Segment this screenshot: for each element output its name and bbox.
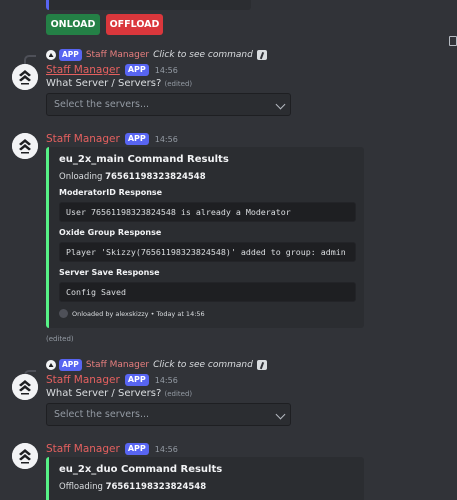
status-id: 76561198323824548 xyxy=(105,482,207,492)
field-name: Oxide Group Response xyxy=(59,228,162,237)
message-body: What Server / Servers? xyxy=(46,78,162,89)
bot-avatar-icon xyxy=(12,374,38,400)
chevron-down-icon xyxy=(275,99,286,110)
reply-command-link[interactable]: Click to see command xyxy=(153,360,253,370)
message-text: What Server / Servers? (edited) xyxy=(46,388,192,399)
timestamp[interactable]: 14:56 xyxy=(155,376,178,385)
bot-avatar[interactable] xyxy=(12,133,38,159)
embed-status: Onloading 76561198323824548 xyxy=(59,172,206,182)
message-header: Staff Manager APP 14:56 xyxy=(46,443,178,455)
username[interactable]: Staff Manager xyxy=(46,64,120,76)
reply-username[interactable]: Staff Manager xyxy=(86,50,149,60)
embed-title: eu_2x_duo Command Results xyxy=(59,464,223,475)
reply-command-link[interactable]: Click to see command xyxy=(153,50,253,60)
message-header: Staff Manager APP 14:56 xyxy=(46,64,178,76)
bot-avatar-icon xyxy=(12,133,38,159)
bot-avatar-icon xyxy=(12,64,38,90)
reply-reference[interactable]: APP Staff Manager Click to see command xyxy=(46,49,267,61)
timestamp[interactable]: 14:56 xyxy=(155,445,178,454)
server-select[interactable]: Select the servers... xyxy=(46,403,291,426)
slash-command-icon xyxy=(256,360,267,370)
command-results-embed: eu_2x_duo Command Results Offloading 765… xyxy=(46,457,364,500)
message-header: Staff Manager APP 14:56 xyxy=(46,374,178,386)
reply-avatar-icon xyxy=(46,360,56,370)
status-id: 76561198323824548 xyxy=(105,172,206,182)
slash-command-icon xyxy=(256,50,267,60)
offload-button[interactable]: OFFLOAD xyxy=(106,14,163,35)
reply-avatar-icon xyxy=(46,50,56,60)
edited-marker: (edited) xyxy=(164,80,193,88)
timestamp[interactable]: 14:56 xyxy=(155,66,178,75)
bookmark-icon[interactable] xyxy=(449,36,457,46)
command-results-embed: eu_2x_main Command Results Onloading 765… xyxy=(46,147,364,328)
footer-avatar-icon xyxy=(59,309,68,318)
app-tag: APP xyxy=(124,443,149,455)
field-code-block: User 76561198323824548 is already a Mode… xyxy=(59,202,356,222)
onload-button[interactable]: ONLOAD xyxy=(46,14,100,35)
username[interactable]: Staff Manager xyxy=(46,374,120,386)
message-body: What Server / Servers? xyxy=(46,388,162,399)
message-text: What Server / Servers? (edited) xyxy=(46,78,192,89)
bot-avatar[interactable] xyxy=(12,443,38,469)
app-tag: APP xyxy=(59,359,82,371)
embed-status: Offloading 76561198323824548 xyxy=(59,482,206,492)
select-placeholder: Select the servers... xyxy=(54,409,150,420)
footer-text: Onloaded by alexskizzy • Today at 14:56 xyxy=(72,309,205,318)
bot-avatar[interactable] xyxy=(12,374,38,400)
server-select[interactable]: Select the servers... xyxy=(46,93,291,116)
username[interactable]: Staff Manager xyxy=(46,133,120,145)
field-name: Server Save Response xyxy=(59,268,160,277)
embed-title: eu_2x_main Command Results xyxy=(59,154,229,165)
message-header: Staff Manager APP 14:56 xyxy=(46,133,178,145)
field-name: ModeratorID Response xyxy=(59,188,163,197)
reply-reference[interactable]: APP Staff Manager Click to see command xyxy=(46,359,267,371)
status-prefix: Onloading xyxy=(59,172,103,182)
reply-username[interactable]: Staff Manager xyxy=(86,360,149,370)
select-placeholder: Select the servers... xyxy=(54,99,150,110)
username[interactable]: Staff Manager xyxy=(46,443,120,455)
previous-embed xyxy=(46,0,251,10)
chevron-down-icon xyxy=(275,409,286,420)
app-tag: APP xyxy=(124,64,149,76)
field-code-block: Player 'Skizzy(76561198323824548)' added… xyxy=(59,242,356,262)
edited-marker: (edited) xyxy=(164,390,193,398)
app-tag: APP xyxy=(124,133,149,145)
edited-marker: (edited) xyxy=(46,335,74,343)
bot-avatar-icon xyxy=(12,443,38,469)
timestamp[interactable]: 14:56 xyxy=(155,135,178,144)
embed-footer: Onloaded by alexskizzy • Today at 14:56 xyxy=(59,309,205,318)
app-tag: APP xyxy=(124,374,149,386)
app-tag: APP xyxy=(59,49,82,61)
status-prefix: Offloading xyxy=(59,482,103,492)
field-code-block: Config Saved xyxy=(59,282,356,302)
reply-spine xyxy=(24,55,36,64)
bot-avatar[interactable] xyxy=(12,64,38,90)
